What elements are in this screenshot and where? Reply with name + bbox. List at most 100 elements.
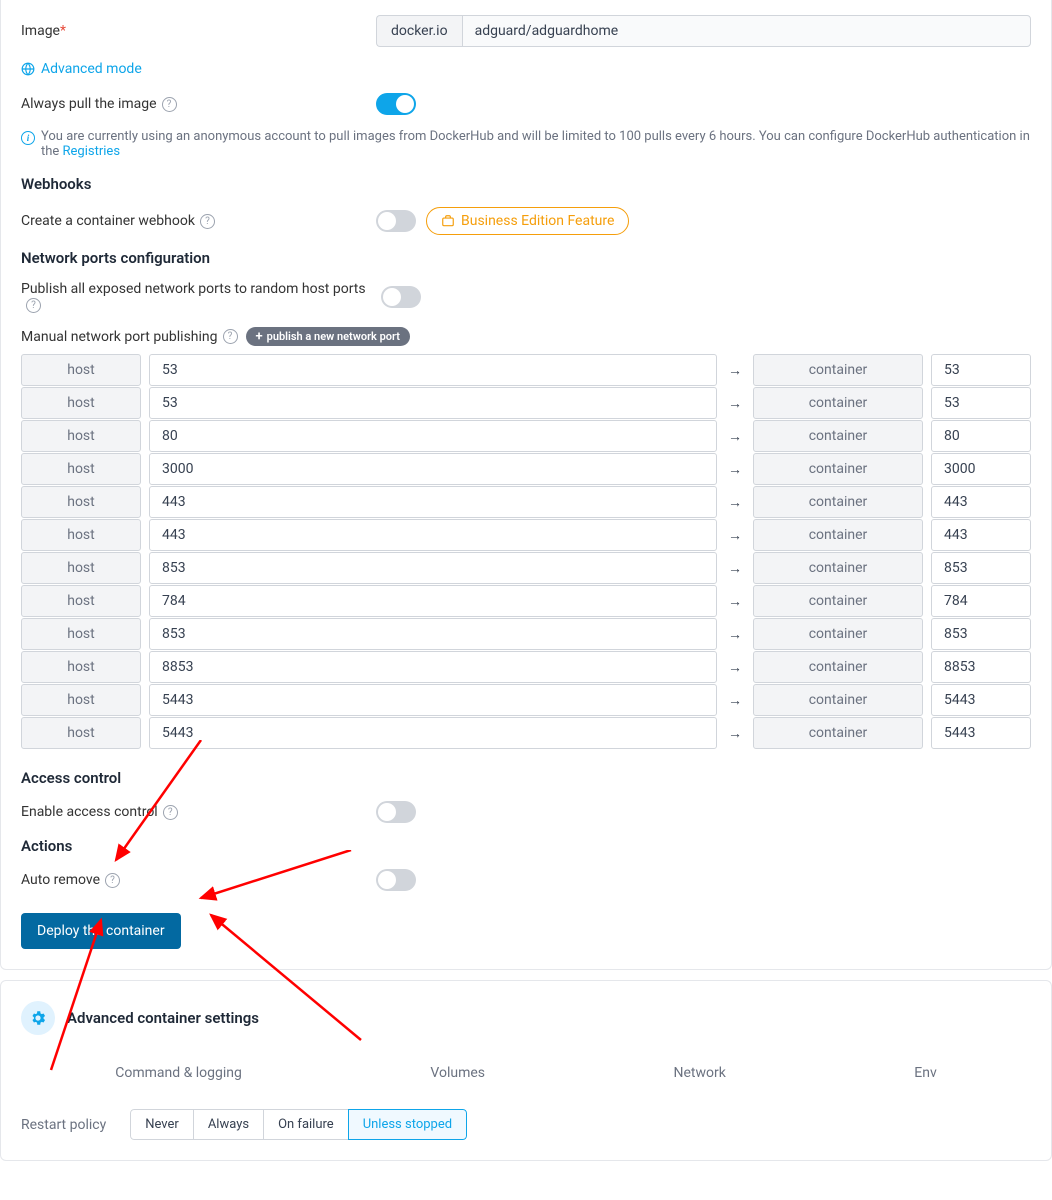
host-label: host <box>21 519 141 551</box>
host-port-input[interactable] <box>149 684 717 716</box>
gear-icon <box>21 1001 55 1035</box>
host-port-input[interactable] <box>149 486 717 518</box>
info-icon <box>21 131 35 145</box>
enable-access-label: Enable access control <box>21 804 376 820</box>
actions-title: Actions <box>21 837 1031 855</box>
host-port-input[interactable] <box>149 354 717 386</box>
access-control-title: Access control <box>21 769 1031 787</box>
port-row: host→container <box>21 486 1031 518</box>
publish-port-button[interactable]: +publish a new network port <box>246 327 410 346</box>
arrow-icon: → <box>725 593 745 610</box>
container-port-input[interactable] <box>931 519 1031 551</box>
container-label: container <box>753 387 923 419</box>
help-icon[interactable] <box>163 805 178 820</box>
host-port-input[interactable] <box>149 420 717 452</box>
host-port-input[interactable] <box>149 717 717 749</box>
container-port-input[interactable] <box>931 486 1031 518</box>
auto-remove-label: Auto remove <box>21 872 376 888</box>
port-row: host→container <box>21 420 1031 452</box>
host-label: host <box>21 651 141 683</box>
host-label: host <box>21 618 141 650</box>
help-icon[interactable] <box>223 329 238 344</box>
registries-link[interactable]: Registries <box>63 144 121 159</box>
auto-remove-toggle[interactable] <box>376 869 416 891</box>
manual-port-label: Manual network port publishing <box>21 329 238 345</box>
host-label: host <box>21 420 141 452</box>
tab-env[interactable]: Env <box>904 1059 946 1087</box>
arrow-icon: → <box>725 692 745 709</box>
container-label: container <box>753 585 923 617</box>
help-icon[interactable] <box>162 97 177 112</box>
create-webhook-label: Create a container webhook <box>21 213 376 229</box>
arrow-icon: → <box>725 626 745 643</box>
host-port-input[interactable] <box>149 618 717 650</box>
container-label: container <box>753 651 923 683</box>
globe-icon <box>21 62 35 76</box>
container-port-input[interactable] <box>931 354 1031 386</box>
arrow-icon: → <box>725 395 745 412</box>
host-port-input[interactable] <box>149 387 717 419</box>
restart-option[interactable]: Unless stopped <box>348 1109 467 1140</box>
host-label: host <box>21 552 141 584</box>
host-label: host <box>21 354 141 386</box>
host-label: host <box>21 387 141 419</box>
host-port-input[interactable] <box>149 519 717 551</box>
image-name-input[interactable] <box>462 15 1031 47</box>
host-label: host <box>21 486 141 518</box>
publish-all-label: Publish all exposed network ports to ran… <box>21 281 381 313</box>
arrow-icon: → <box>725 428 745 445</box>
publish-all-toggle[interactable] <box>381 286 421 308</box>
host-port-input[interactable] <box>149 453 717 485</box>
port-row: host→container <box>21 354 1031 386</box>
host-label: host <box>21 585 141 617</box>
port-row: host → container <box>21 387 1031 419</box>
arrow-icon: → <box>725 494 745 511</box>
container-port-input[interactable] <box>931 684 1031 716</box>
container-label: container <box>753 684 923 716</box>
container-port-input[interactable] <box>931 651 1031 683</box>
annotation-arrow <box>91 740 221 920</box>
webhook-toggle[interactable] <box>376 210 416 232</box>
container-port-input[interactable] <box>931 420 1031 452</box>
always-pull-toggle[interactable] <box>376 93 416 115</box>
help-icon[interactable] <box>200 214 215 229</box>
arrow-icon: → <box>725 659 745 676</box>
help-icon[interactable] <box>26 298 41 313</box>
tab-network[interactable]: Network <box>663 1059 735 1087</box>
host-label: host <box>21 453 141 485</box>
port-row: host→container <box>21 717 1031 749</box>
container-port-input[interactable] <box>931 453 1031 485</box>
port-row: host→container <box>21 618 1031 650</box>
host-label: host <box>21 684 141 716</box>
arrow-icon: → <box>725 527 745 544</box>
host-port-input[interactable] <box>149 552 717 584</box>
container-port-input[interactable] <box>931 585 1031 617</box>
container-port-input[interactable] <box>931 717 1031 749</box>
container-port-input[interactable] <box>931 387 1031 419</box>
access-control-toggle[interactable] <box>376 801 416 823</box>
deploy-button[interactable]: Deploy the container <box>21 913 181 949</box>
image-label: Image* <box>21 23 376 39</box>
tab-volumes[interactable]: Volumes <box>420 1059 495 1087</box>
arrow-icon: → <box>725 362 745 379</box>
host-port-input[interactable] <box>149 651 717 683</box>
restart-option[interactable]: Always <box>193 1109 264 1140</box>
arrow-icon: → <box>725 560 745 577</box>
host-label: host <box>21 717 141 749</box>
help-icon[interactable] <box>105 873 120 888</box>
host-port-input[interactable] <box>149 585 717 617</box>
restart-option[interactable]: On failure <box>263 1109 349 1140</box>
advanced-mode-link[interactable]: Advanced mode <box>21 61 142 77</box>
always-pull-label: Always pull the image <box>21 96 376 112</box>
business-edition-tag: Business Edition Feature <box>426 207 629 235</box>
arrow-icon: → <box>725 725 745 742</box>
container-port-input[interactable] <box>931 552 1031 584</box>
tab-command-logging[interactable]: Command & logging <box>105 1059 252 1087</box>
network-ports-title: Network ports configuration <box>21 249 1031 267</box>
restart-option[interactable]: Never <box>130 1109 194 1140</box>
container-port-input[interactable] <box>931 618 1031 650</box>
dockerhub-info: You are currently using an anonymous acc… <box>21 129 1031 159</box>
webhooks-title: Webhooks <box>21 175 1031 193</box>
container-label: container <box>753 552 923 584</box>
port-row: host→container <box>21 519 1031 551</box>
